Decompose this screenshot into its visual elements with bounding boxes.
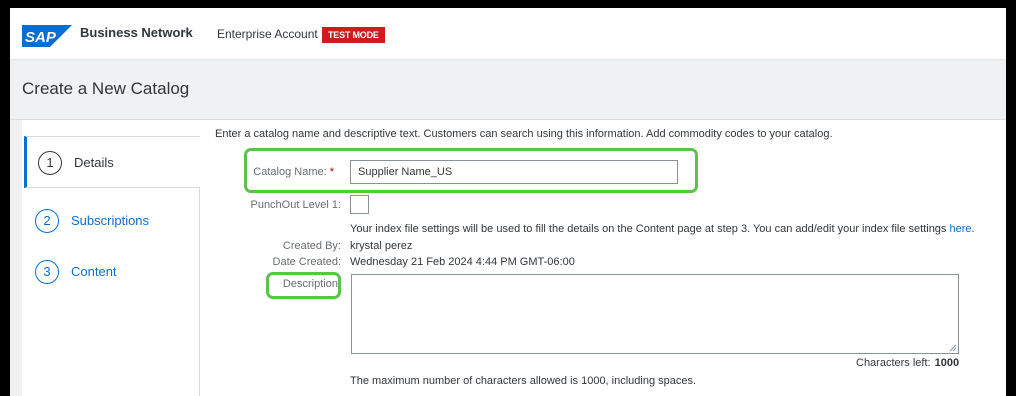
punchout-checkbox[interactable] [350, 195, 369, 214]
sap-logo-text: SAP [25, 29, 57, 46]
created-by-label: Created By: [282, 240, 341, 252]
page-title: Create a New Catalog [22, 79, 190, 98]
description-textarea[interactable] [351, 274, 959, 354]
punchout-label: PunchOut Level 1: [250, 199, 341, 211]
resize-grip-icon[interactable] [949, 344, 957, 352]
created-by-value: krystal perez [350, 240, 413, 252]
index-file-note-text: Your index file settings will be used to… [350, 223, 947, 235]
date-created-label: Date Created: [272, 256, 341, 268]
step-label: Details [74, 155, 114, 170]
step-number: 1 [38, 151, 62, 175]
account-type: Enterprise Account [217, 27, 318, 41]
max-characters-note: The maximum number of characters allowed… [350, 375, 697, 387]
test-mode-badge: TEST MODE [322, 27, 385, 43]
step-details[interactable]: 1 Details [24, 136, 200, 188]
brand-menu[interactable]: Business Network [80, 25, 193, 40]
characters-left-label: Characters left: [856, 357, 931, 369]
step-navigation: 1 Details 2 Subscriptions 3 Content [24, 136, 200, 396]
step-label: Content [71, 264, 117, 279]
chevron-down-icon[interactable]: ⌵ [181, 24, 189, 37]
date-created-value: Wednesday 21 Feb 2024 4:44 PM GMT-06:00 [350, 256, 575, 268]
form-intro: Enter a catalog name and descriptive tex… [215, 128, 833, 140]
step-number: 2 [35, 209, 59, 233]
index-file-note-period: . [971, 223, 975, 235]
step-label: Subscriptions [71, 213, 150, 228]
page-header: Create a New Catalog [10, 60, 1006, 120]
highlight-description-label [266, 272, 341, 299]
characters-left: Characters left: 1000 [856, 357, 959, 369]
highlight-catalog-name [244, 148, 698, 193]
index-file-note: Your index file settings will be used to… [350, 223, 975, 235]
step-number: 3 [35, 260, 59, 284]
characters-left-count: 1000 [934, 357, 960, 369]
shell-bar: SAP Business Network ⌵ Enterprise Accoun… [10, 8, 1006, 60]
index-settings-link[interactable]: here [950, 223, 972, 235]
step-subscriptions[interactable]: 2 Subscriptions [24, 195, 200, 247]
sap-logo[interactable]: SAP [22, 25, 72, 47]
step-content[interactable]: 3 Content [24, 246, 200, 298]
app-window: SAP Business Network ⌵ Enterprise Accoun… [10, 8, 1006, 396]
